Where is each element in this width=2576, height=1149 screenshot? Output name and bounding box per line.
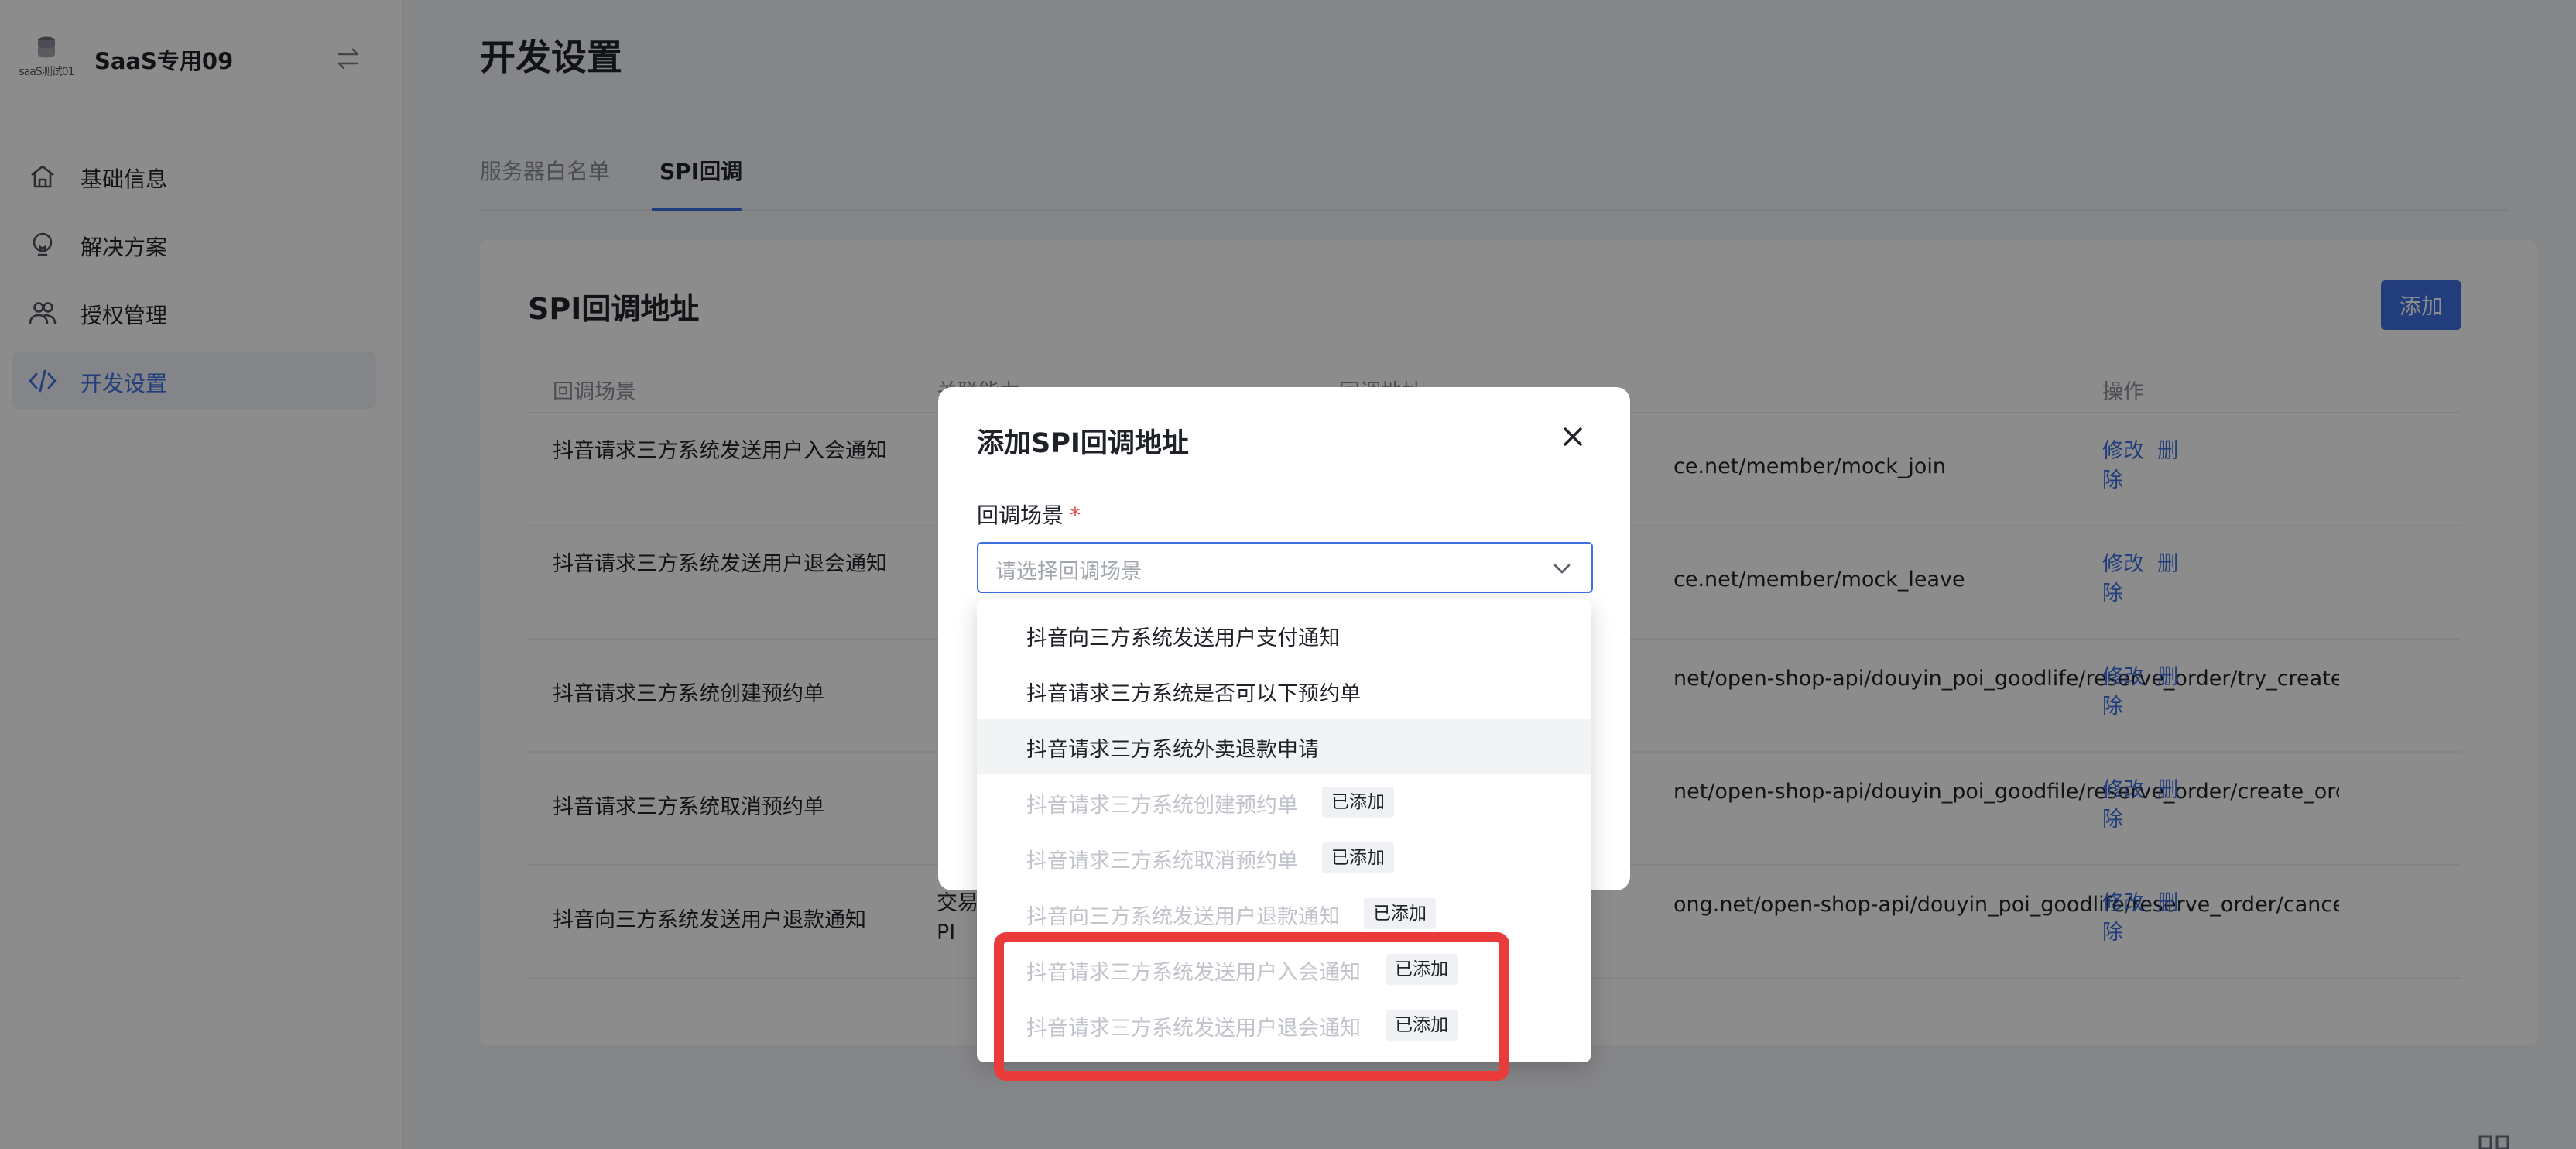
dropdown-option[interactable]: 抖音请求三方系统外卖退款申请 [977, 719, 1591, 774]
option-label: 抖音请求三方系统取消预约单 [1026, 849, 1298, 873]
dropdown-option-disabled: 抖音请求三方系统取消预约单 已添加 [977, 830, 1591, 886]
option-label: 抖音请求三方系统外卖退款申请 [1026, 738, 1319, 762]
chevron-down-icon [1553, 564, 1571, 574]
option-label: 抖音请求三方系统创建预约单 [1026, 794, 1298, 818]
scene-field-label: 回调场景 * [977, 499, 1081, 530]
option-label: 抖音向三方系统发送用户支付通知 [1026, 626, 1340, 650]
option-label: 抖音向三方系统发送用户退款通知 [1026, 905, 1340, 929]
modal-title: 添加SPI回调地址 [977, 428, 1189, 459]
highlight-annotation-box [994, 932, 1509, 1081]
scene-select-placeholder: 请选择回调场景 [995, 560, 1142, 584]
scene-select[interactable]: 请选择回调场景 [977, 542, 1593, 593]
dropdown-option[interactable]: 抖音请求三方系统是否可以下预约单 [977, 663, 1591, 719]
dropdown-option-disabled: 抖音请求三方系统创建预约单 已添加 [977, 774, 1591, 830]
added-badge: 已添加 [1322, 787, 1394, 818]
option-label: 抖音请求三方系统是否可以下预约单 [1026, 682, 1361, 706]
close-icon[interactable] [1557, 421, 1588, 452]
added-badge: 已添加 [1322, 842, 1394, 873]
scene-label-text: 回调场景 [977, 502, 1064, 528]
added-badge: 已添加 [1364, 898, 1436, 929]
qr-code-icon[interactable] [2478, 1134, 2513, 1149]
required-mark: * [1070, 502, 1081, 528]
dropdown-option[interactable]: 抖音向三方系统发送用户支付通知 [977, 607, 1591, 663]
